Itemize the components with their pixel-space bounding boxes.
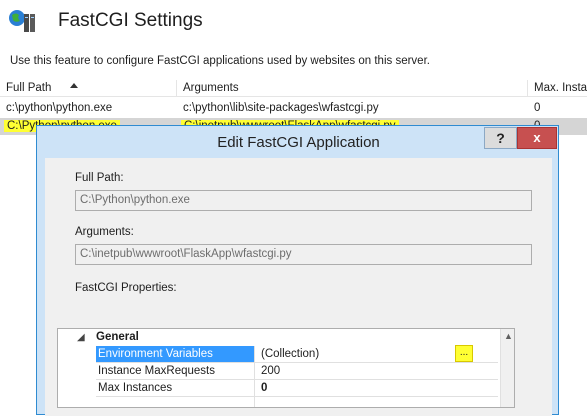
column-header-arguments[interactable]: Arguments xyxy=(177,80,528,97)
collapse-arrow-icon[interactable]: ◢ xyxy=(77,329,85,346)
property-row[interactable]: Instance MaxRequests 200 xyxy=(58,363,498,380)
arguments-label: Arguments: xyxy=(75,226,134,238)
list-row[interactable]: c:\python\python.exe c:\python\lib\site-… xyxy=(0,100,587,117)
edit-collection-button[interactable]: ... xyxy=(455,345,473,362)
cell-arguments: c:\python\lib\site-packages\wfastcgi.py xyxy=(183,102,379,114)
full-path-field[interactable]: C:\Python\python.exe xyxy=(75,190,532,211)
property-value: 0 xyxy=(255,380,498,397)
fastcgi-globe-icon xyxy=(9,10,35,32)
property-grid: ◢ General Environment Variables (Collect… xyxy=(57,328,515,408)
page-title: FastCGI Settings xyxy=(58,10,203,31)
cell-full-path: c:\python\python.exe xyxy=(6,102,113,114)
sort-ascending-icon xyxy=(70,83,78,88)
fastcgi-properties-label: FastCGI Properties: xyxy=(75,282,177,294)
property-row[interactable]: Max Instances 0 xyxy=(58,380,498,397)
property-row-selected[interactable]: Environment Variables (Collection) ... xyxy=(58,345,498,363)
close-button[interactable]: x xyxy=(517,127,557,149)
arguments-field[interactable]: C:\inetpub\wwwroot\FlaskApp\wfastcgi.py xyxy=(75,244,532,265)
page-description: Use this feature to configure FastCGI ap… xyxy=(10,55,430,67)
cell-max-instances: 0 xyxy=(534,102,541,114)
full-path-label: Full Path: xyxy=(75,172,124,184)
property-name: Max Instances xyxy=(96,380,255,397)
property-name: Instance MaxRequests xyxy=(96,363,255,380)
property-group-general[interactable]: ◢ General xyxy=(58,329,498,346)
property-grid-scrollbar[interactable]: ▲ xyxy=(500,329,514,407)
property-name xyxy=(96,397,255,407)
property-value: 200 xyxy=(255,363,498,380)
property-value xyxy=(255,397,498,407)
column-header-full-path[interactable]: Full Path xyxy=(0,80,177,97)
scroll-up-icon[interactable]: ▲ xyxy=(504,331,513,341)
column-header-max-instances[interactable]: Max. Insta xyxy=(528,80,587,97)
property-row-partial[interactable] xyxy=(58,397,498,407)
property-name: Environment Variables xyxy=(96,346,255,363)
help-button[interactable]: ? xyxy=(484,127,517,149)
dialog-title: Edit FastCGI Application xyxy=(217,134,380,151)
group-label: General xyxy=(96,331,139,343)
edit-fastcgi-dialog: Edit FastCGI Application ? x Full Path: … xyxy=(36,125,559,416)
